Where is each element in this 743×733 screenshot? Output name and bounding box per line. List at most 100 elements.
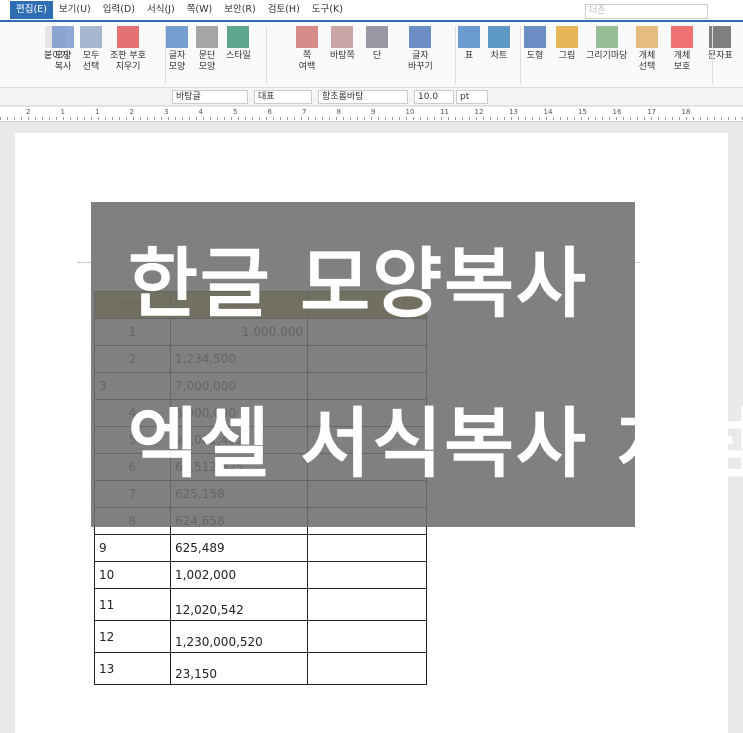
ribbon-icon	[409, 26, 432, 48]
ruler-number: 2	[129, 108, 134, 116]
ribbon-button-13[interactable]: 차트	[488, 26, 510, 62]
number-cell[interactable]: 11	[94, 588, 171, 621]
ruler-number: 18	[681, 108, 691, 116]
ribbon-separator	[520, 26, 521, 84]
ribbon-label: 그리기마당	[586, 51, 628, 61]
table-row: 11 12,020,542	[94, 588, 427, 621]
menu-format[interactable]: 서식(J)	[141, 1, 181, 19]
menu-tools[interactable]: 도구(K)	[306, 1, 349, 19]
ribbon-icon	[366, 26, 388, 48]
ribbon-button-18[interactable]: 개체 보호	[671, 26, 693, 73]
ribbon-icon	[636, 26, 658, 48]
ribbon: 붙이기 모양 복사 모두 선택 조판 부호 지우기 글자 모양 문단 모양 스타일 쪽 여백 바…	[0, 22, 743, 88]
ribbon-button-7[interactable]: 스타일	[226, 26, 251, 62]
ruler-number: 5	[233, 108, 238, 116]
menu-bar: 편집(E) 보기(U) 입력(D) 서식(J) 쪽(W) 보안(R) 검토(H)…	[0, 0, 743, 22]
search-input[interactable]: 더존	[585, 4, 708, 19]
ruler-number: 7	[302, 108, 307, 116]
ruler-number: 17	[647, 108, 656, 116]
number-cell[interactable]: 10	[94, 561, 171, 589]
ruler-number: 3	[164, 108, 169, 116]
amount-cell[interactable]: 1,002,000	[170, 561, 308, 589]
ribbon-separator	[266, 26, 267, 84]
ribbon-label: 글자 바꾸기	[408, 51, 433, 72]
ribbon-button-3[interactable]: 모두 선택	[80, 26, 102, 73]
ribbon-icon	[116, 26, 139, 48]
overlay-title-line1: 한글 모양복사	[128, 239, 588, 328]
amount-cell[interactable]: 625,489	[170, 534, 308, 562]
ribbon-button-17[interactable]: 개체 선택	[636, 26, 658, 73]
ruler[interactable]: 2 1 1 2 3 4 5 6 7 8 9 10 11 12 13 14 15 16 17 18	[0, 107, 743, 122]
ribbon-icon	[488, 26, 510, 48]
ruler-number: 14	[543, 108, 553, 116]
ribbon-button-6[interactable]: 문단 모양	[196, 26, 218, 73]
ruler-number: 6	[267, 108, 272, 116]
ribbon-button-2[interactable]: 모양 복사	[52, 26, 74, 73]
ribbon-button-12[interactable]: 표	[458, 26, 480, 62]
ruler-number: 2	[26, 108, 31, 116]
ruler-number: 4	[198, 108, 203, 116]
font-select[interactable]: 함초롬바탕	[318, 90, 408, 104]
note-cell[interactable]	[307, 561, 427, 589]
menu-insert[interactable]: 입력(D)	[97, 1, 141, 19]
amount-cell[interactable]: 12,020,542	[170, 588, 308, 621]
overlay-title-line2: 엑셀 서식복사 처럼	[128, 399, 743, 488]
margin-guide	[77, 262, 91, 263]
menu-view[interactable]: 보기(U)	[53, 1, 97, 19]
ruler-number: 11	[440, 108, 449, 116]
ribbon-separator	[455, 26, 456, 84]
ribbon-button-5[interactable]: 글자 모양	[166, 26, 188, 73]
ribbon-icon	[227, 26, 250, 48]
ribbon-button-14[interactable]: 도형	[524, 26, 546, 62]
ribbon-label: 그림	[558, 51, 576, 61]
number-cell[interactable]: 13	[94, 652, 171, 685]
note-cell[interactable]	[307, 588, 427, 621]
ribbon-label: 쪽 여백	[298, 51, 316, 72]
note-cell[interactable]	[307, 652, 427, 685]
ribbon-label: 모양 복사	[54, 51, 72, 72]
ribbon-label: 개체 보호	[673, 51, 691, 72]
ribbon-label: 문단 모양	[198, 51, 216, 72]
amount-cell[interactable]: 1,230,000,520	[170, 620, 308, 653]
ribbon-icon	[80, 26, 102, 48]
ribbon-separator	[712, 26, 713, 84]
ribbon-label: 단	[372, 51, 382, 61]
ruler-number: 16	[612, 108, 622, 116]
style-select[interactable]: 바탕글	[172, 90, 248, 104]
ribbon-label: 조판 부호 지우기	[110, 51, 146, 72]
note-cell[interactable]	[307, 620, 427, 653]
menu-security[interactable]: 보안(R)	[218, 1, 262, 19]
ribbon-icon	[458, 26, 480, 48]
menu-edit[interactable]: 편집(E)	[10, 1, 53, 19]
ribbon-icon	[671, 26, 693, 48]
ribbon-icon	[595, 26, 618, 48]
ruler-number: 10	[405, 108, 415, 116]
table-row: 13 23,150	[94, 652, 427, 685]
ribbon-button-10[interactable]: 단	[366, 26, 388, 62]
ribbon-button-4[interactable]: 조판 부호 지우기	[110, 26, 146, 73]
language-select[interactable]: 대표	[254, 90, 312, 104]
menu-review[interactable]: 검토(H)	[262, 1, 306, 19]
ruler-number: 12	[474, 108, 484, 116]
ribbon-button-15[interactable]: 그림	[556, 26, 578, 62]
ruler-number: 13	[509, 108, 518, 116]
table-row: 12 1,230,000,520	[94, 620, 427, 653]
ribbon-label: 스타일	[226, 51, 251, 61]
ribbon-button-11[interactable]: 글자 바꾸기	[408, 26, 433, 73]
ribbon-label: 차트	[490, 51, 508, 61]
unit-select[interactable]: pt	[456, 90, 488, 104]
number-cell[interactable]: 9	[94, 534, 171, 562]
amount-cell[interactable]: 23,150	[170, 652, 308, 685]
format-toolbar: 바탕글 대표 함초롬바탕 10.0 pt	[0, 88, 743, 106]
note-cell[interactable]	[307, 534, 427, 562]
ribbon-icon	[556, 26, 578, 48]
font-size-input[interactable]: 10.0	[414, 90, 454, 104]
number-cell[interactable]: 12	[94, 620, 171, 653]
ribbon-button-16[interactable]: 그리기마당	[586, 26, 627, 62]
ribbon-button-9[interactable]: 바탕쪽	[330, 26, 355, 62]
ribbon-button-8[interactable]: 쪽 여백	[296, 26, 318, 73]
menu-page[interactable]: 쪽(W)	[181, 1, 219, 19]
table-row: 10 1,002,000	[94, 561, 427, 589]
ruler-number: 9	[371, 108, 376, 116]
ribbon-label: 바탕쪽	[330, 51, 355, 61]
